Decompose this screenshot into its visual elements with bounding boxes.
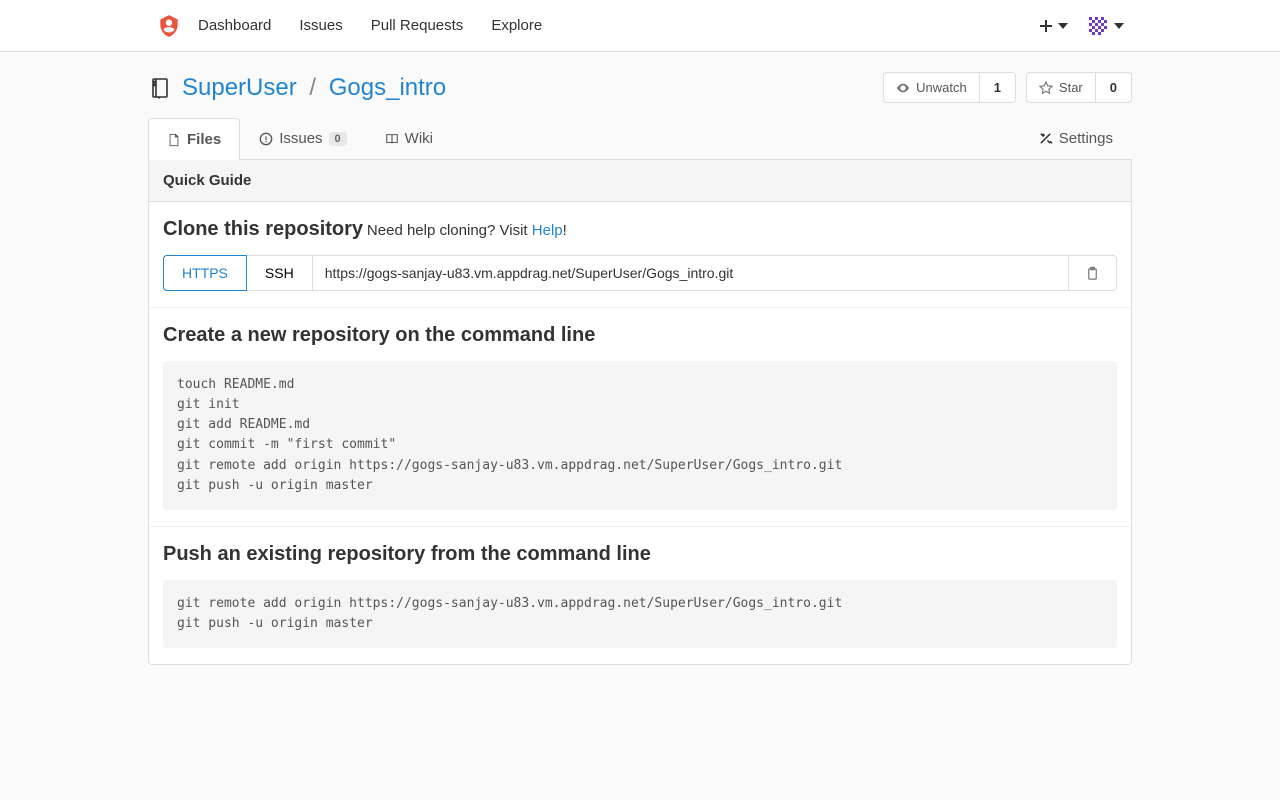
file-icon (167, 133, 181, 147)
create-repo-section: Create a new repository on the command l… (149, 308, 1131, 527)
user-avatar-icon (1086, 14, 1110, 38)
push-repo-title: Push an existing repository from the com… (163, 543, 1117, 566)
tab-wiki-label: Wiki (405, 130, 433, 147)
star-group: Star 0 (1026, 72, 1132, 103)
unwatch-label: Unwatch (916, 80, 967, 95)
book-icon (385, 132, 399, 146)
repo-name-link[interactable]: Gogs_intro (329, 74, 446, 101)
clone-section: Clone this repository Need help cloning?… (149, 202, 1131, 308)
plus-icon (1038, 18, 1054, 34)
nav-issues[interactable]: Issues (299, 17, 342, 34)
tab-files-label: Files (187, 131, 221, 148)
star-button[interactable]: Star (1026, 72, 1096, 103)
tab-issues-label: Issues (279, 130, 322, 147)
quick-guide-header: Quick Guide (149, 160, 1131, 202)
repo-tabs: Files Issues 0 Wiki Settings (148, 117, 1132, 160)
copy-url-button[interactable] (1069, 255, 1117, 291)
repo-header: SuperUser / Gogs_intro Unwatch 1 Star (148, 72, 1132, 117)
nav-dashboard[interactable]: Dashboard (198, 17, 271, 34)
watch-count[interactable]: 1 (980, 72, 1016, 103)
top-navigation: Dashboard Issues Pull Requests Explore (0, 0, 1280, 52)
unwatch-button[interactable]: Unwatch (883, 72, 980, 103)
eye-icon (896, 81, 910, 95)
chevron-down-icon (1114, 23, 1124, 29)
https-button[interactable]: HTTPS (163, 255, 247, 291)
clone-url-group: HTTPS SSH (163, 255, 1117, 291)
star-icon (1039, 81, 1053, 95)
help-link[interactable]: Help (532, 222, 563, 239)
push-repo-code[interactable]: git remote add origin https://gogs-sanja… (163, 580, 1117, 648)
nav-explore[interactable]: Explore (491, 17, 542, 34)
star-label: Star (1059, 80, 1083, 95)
tab-wiki[interactable]: Wiki (366, 117, 452, 159)
create-repo-title: Create a new repository on the command l… (163, 324, 1117, 347)
repo-icon (148, 76, 172, 100)
chevron-down-icon (1058, 23, 1068, 29)
issue-icon (259, 132, 273, 146)
breadcrumb: SuperUser / Gogs_intro (182, 74, 446, 102)
tab-settings[interactable]: Settings (1019, 117, 1132, 159)
clone-title: Clone this repository (163, 218, 363, 240)
create-repo-code[interactable]: touch README.md git init git add README.… (163, 361, 1117, 510)
clone-url-input[interactable] (313, 255, 1069, 291)
clipboard-icon (1085, 266, 1100, 281)
repo-owner-link[interactable]: SuperUser (182, 74, 297, 101)
quick-guide-panel: Quick Guide Clone this repository Need h… (148, 160, 1132, 665)
push-repo-section: Push an existing repository from the com… (149, 527, 1131, 664)
gogs-logo-icon[interactable] (156, 13, 182, 39)
user-menu[interactable] (1086, 14, 1124, 38)
tab-settings-label: Settings (1059, 130, 1113, 147)
star-count[interactable]: 0 (1096, 72, 1132, 103)
watch-group: Unwatch 1 (883, 72, 1016, 103)
tools-icon (1038, 131, 1053, 146)
tab-issues[interactable]: Issues 0 (240, 117, 365, 159)
nav-links: Dashboard Issues Pull Requests Explore (198, 17, 542, 34)
nav-pull-requests[interactable]: Pull Requests (371, 17, 464, 34)
breadcrumb-divider: / (309, 74, 316, 101)
create-menu[interactable] (1038, 18, 1068, 34)
ssh-button[interactable]: SSH (247, 255, 313, 291)
clone-help-text: Need help cloning? Visit Help! (367, 222, 567, 239)
issues-count-badge: 0 (329, 132, 347, 146)
tab-files[interactable]: Files (148, 118, 240, 160)
